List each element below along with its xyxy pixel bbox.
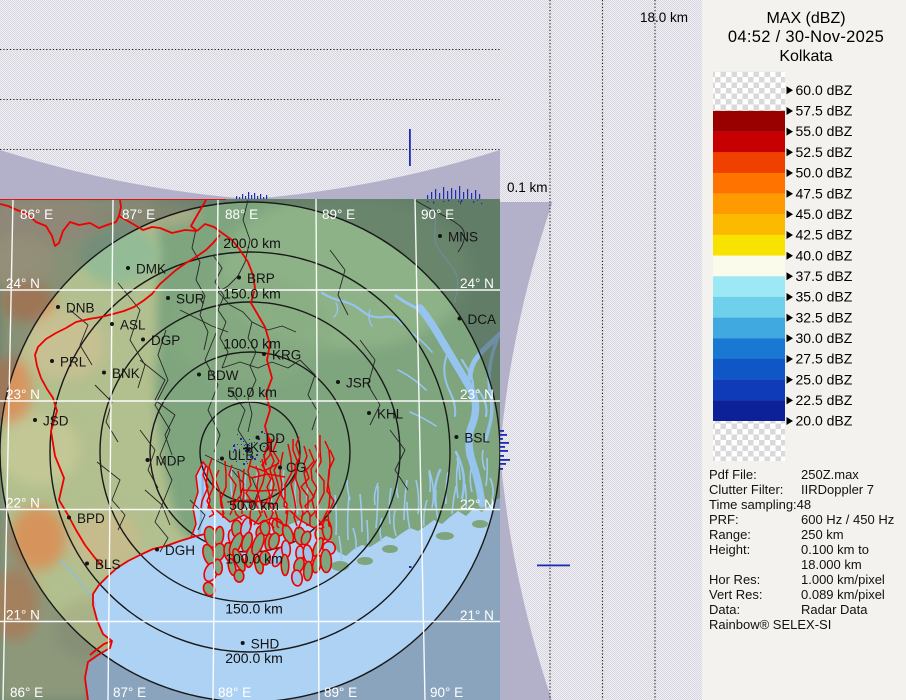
svg-text:22.5 dBZ: 22.5 dBZ [796,392,853,408]
svg-text:0.089 km/pixel: 0.089 km/pixel [801,587,885,602]
svg-text:23° N: 23° N [460,387,494,402]
svg-text:MNS: MNS [448,230,478,245]
svg-text:BRP: BRP [247,271,275,286]
svg-text:Vert Res:: Vert Res: [709,587,762,602]
svg-text:KRG: KRG [272,348,301,363]
svg-text:21° N: 21° N [6,608,40,623]
svg-text:88° E: 88° E [218,685,251,700]
svg-text:50.0 dBZ: 50.0 dBZ [796,165,853,181]
svg-text:PRL: PRL [60,355,87,370]
svg-text:Clutter Filter:: Clutter Filter: [709,482,783,497]
svg-text:86° E: 86° E [20,207,53,222]
svg-text:DNB: DNB [66,301,95,316]
svg-text:47.5 dBZ: 47.5 dBZ [796,185,853,201]
svg-text:MAX (dBZ): MAX (dBZ) [766,10,845,27]
svg-text:60.0 dBZ: 60.0 dBZ [796,82,853,98]
svg-text:Pdf File:: Pdf File: [709,467,757,482]
svg-text:SUR: SUR [176,292,205,307]
svg-text:150.0 km: 150.0 km [225,601,283,617]
svg-text:150.0 km: 150.0 km [223,286,281,302]
svg-text:89° E: 89° E [324,685,357,700]
svg-text:30.0 dBZ: 30.0 dBZ [796,330,853,346]
svg-text:BDW: BDW [207,368,239,383]
svg-text:55.0 dBZ: 55.0 dBZ [796,123,853,139]
svg-text:50.0 km: 50.0 km [227,384,277,400]
svg-text:Data:: Data: [709,602,740,617]
svg-text:Height:: Height: [709,542,750,557]
svg-text:18.0 km: 18.0 km [640,10,688,25]
svg-text:DCA: DCA [468,312,497,327]
svg-text:Radar Data: Radar Data [801,602,868,617]
svg-text:DGP: DGP [151,333,180,348]
svg-text:Hor Res:: Hor Res: [709,572,760,587]
svg-text:86° E: 86° E [10,685,43,700]
svg-text:BPD: BPD [77,511,105,526]
svg-text:KHL: KHL [377,407,404,422]
svg-text:ASL: ASL [120,318,146,333]
svg-text:22° N: 22° N [460,497,494,512]
svg-text:250 km: 250 km [801,527,844,542]
svg-text:52.5 dBZ: 52.5 dBZ [796,144,853,160]
svg-text:88° E: 88° E [225,207,258,222]
svg-text:200.0 km: 200.0 km [225,650,283,666]
svg-text:04:52 / 30-Nov-2025: 04:52 / 30-Nov-2025 [728,28,884,46]
svg-text:45.0 dBZ: 45.0 dBZ [796,206,853,222]
svg-text:Range:: Range: [709,527,751,542]
svg-text:MDP: MDP [156,454,186,469]
svg-text:600 Hz / 450 Hz: 600 Hz / 450 Hz [801,512,894,527]
svg-text:21° N: 21° N [460,608,494,623]
svg-text:23° N: 23° N [6,387,40,402]
svg-text:24° N: 24° N [460,276,494,291]
svg-text:Kolkata: Kolkata [779,48,832,65]
svg-text:250Z.max: 250Z.max [801,467,859,482]
svg-text:42.5 dBZ: 42.5 dBZ [796,227,853,243]
svg-text:CG: CG [286,460,306,475]
svg-text:89° E: 89° E [322,207,355,222]
svg-text:JSD: JSD [43,414,69,429]
svg-text:100.0 km: 100.0 km [225,551,283,567]
svg-text:DMK: DMK [136,262,166,277]
svg-text:IIRDoppler 7: IIRDoppler 7 [801,482,874,497]
svg-text:0.1 km: 0.1 km [507,180,548,195]
svg-text:DGH: DGH [165,543,195,558]
svg-text:87° E: 87° E [113,685,146,700]
svg-text:20.0 dBZ: 20.0 dBZ [796,413,853,429]
svg-text:SHD: SHD [251,637,280,652]
svg-text:40.0 dBZ: 40.0 dBZ [796,247,853,263]
svg-text:50.0 km: 50.0 km [229,497,279,513]
svg-text:BLS: BLS [95,557,121,572]
svg-text:87° E: 87° E [122,207,155,222]
svg-text:24° N: 24° N [6,276,40,291]
svg-text:90° E: 90° E [430,685,463,700]
svg-text:BSL: BSL [464,431,490,446]
svg-text:BNK: BNK [112,366,140,381]
svg-text:27.5 dBZ: 27.5 dBZ [796,351,853,367]
svg-text:Time sampling:48: Time sampling:48 [709,497,811,512]
svg-text:37.5 dBZ: 37.5 dBZ [796,268,853,284]
svg-text:57.5 dBZ: 57.5 dBZ [796,103,853,119]
svg-text:Rainbow® SELEX-SI: Rainbow® SELEX-SI [709,617,831,632]
svg-text:35.0 dBZ: 35.0 dBZ [796,289,853,305]
svg-text:22° N: 22° N [6,496,40,511]
svg-text:18.000 km: 18.000 km [801,557,862,572]
svg-text:200.0 km: 200.0 km [223,235,281,251]
svg-text:25.0 dBZ: 25.0 dBZ [796,371,853,387]
svg-text:JSR: JSR [346,376,372,391]
svg-text:32.5 dBZ: 32.5 dBZ [796,309,853,325]
svg-text:PRF:: PRF: [709,512,739,527]
svg-text:ULB: ULB [228,448,254,463]
svg-text:90° E: 90° E [421,207,454,222]
svg-text:0.100 km to: 0.100 km to [801,542,869,557]
svg-text:1.000 km/pixel: 1.000 km/pixel [801,572,885,587]
